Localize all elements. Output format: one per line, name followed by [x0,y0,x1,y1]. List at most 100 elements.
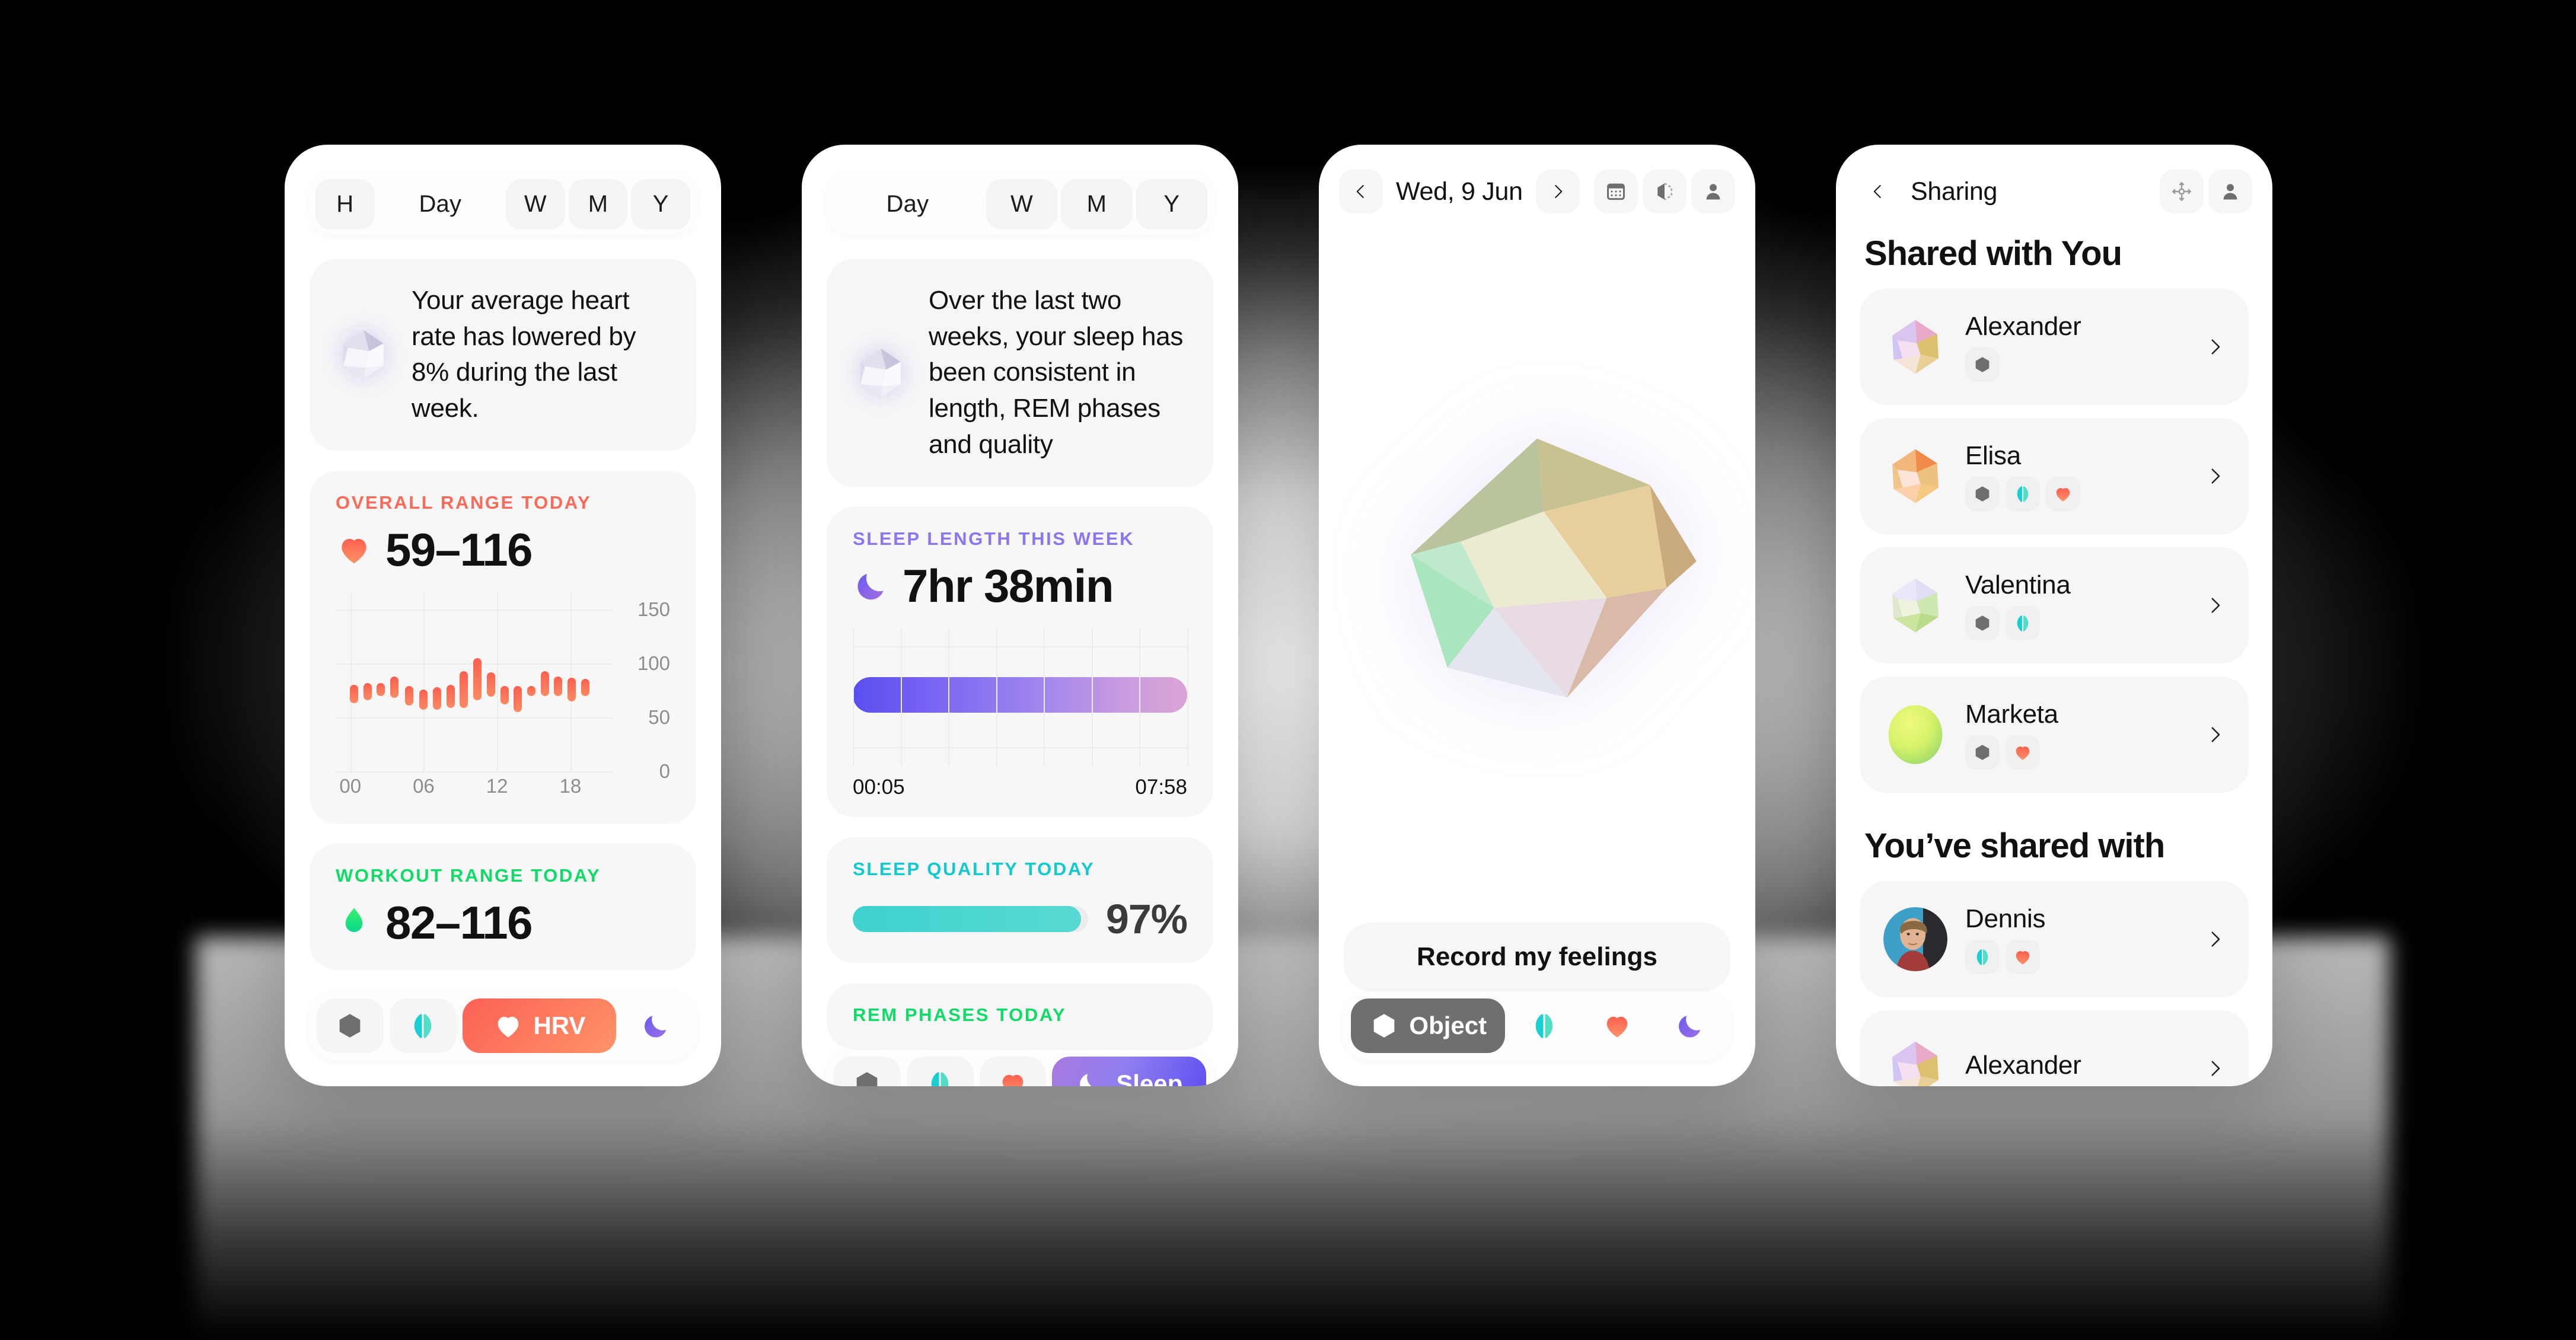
tab-bar-phone1[interactable]: HRV [310,991,696,1060]
heart-rate-range-bar [581,678,589,696]
heart-rate-range-bar [390,676,398,698]
tab-object[interactable] [834,1056,901,1086]
sharing-list-item[interactable]: Valentina [1860,547,2249,663]
chevron-right-icon [2211,931,2220,947]
calendar-button[interactable] [1594,170,1638,213]
section-heading-you-shared-with: You’ve shared with [1864,827,2165,865]
x-axis-tick: 12 [486,774,508,797]
metric-chip[interactable] [1965,347,2000,382]
tab-hrv[interactable] [979,1056,1047,1086]
sleep-quality-value: 97% [1105,895,1188,942]
contact-name: Alexander [1965,1051,2081,1080]
object-scan-button[interactable] [1643,170,1686,213]
insight-card-heart-rate: Your average heart rate has lowered by 8… [310,259,696,451]
segment-y[interactable]: Y [631,179,690,229]
tab-sleep[interactable]: Sleep [1052,1056,1206,1086]
avatar [1883,703,1947,767]
metric-chip[interactable] [2006,940,2040,974]
metric-chip[interactable] [1965,477,2000,511]
segment-w[interactable]: W [986,179,1058,229]
heart-rate-range-bar [419,689,428,710]
person-icon [1706,184,1720,200]
page-title: Sharing [1911,177,1998,206]
contact-name: Alexander [1965,312,2081,341]
segment-m[interactable]: M [1061,179,1133,229]
segment-day[interactable]: Day [833,179,983,229]
tab-sleep[interactable] [622,998,689,1053]
tab-activity[interactable] [906,1056,974,1086]
tab-bar-phone3[interactable]: Object [1344,991,1730,1060]
mood-polyhedron-visual [1319,213,1755,923]
segment-w[interactable]: W [505,179,565,229]
sleep-length-plot-area [853,628,1188,766]
heart-rate-range-bar [567,677,576,701]
sleep-length-card: SLEEP LENGTH THIS WEEK 7hr 38min 00:05 0… [827,506,1213,817]
ar-place-button[interactable] [2160,170,2204,213]
metric-chip[interactable] [2006,735,2040,770]
metric-chip[interactable] [2046,477,2080,511]
heart-rate-range-bar [486,672,495,697]
metric-chip[interactable] [1965,735,2000,770]
sharing-list-item[interactable]: Dennis [1860,881,2249,997]
hexagon-icon [1975,486,1990,502]
gridline-vertical [1139,628,1141,766]
x-axis-tick: 06 [413,774,435,797]
tab-object[interactable] [317,998,384,1053]
person-icon [2223,184,2237,200]
metric-chip[interactable] [1965,606,2000,640]
sharing-list-item[interactable]: Elisa [1860,418,2249,534]
segment-h[interactable]: H [315,179,375,229]
tab-hrv[interactable]: HRV [462,998,617,1053]
tab-sleep[interactable] [1656,998,1723,1053]
date-navigation-header: Wed, 9 Jun [1339,170,1735,213]
tab-activity[interactable] [389,998,457,1053]
rem-phases-label: REM PHASES TODAY [853,1004,1067,1025]
heart-rate-range-bar [446,685,455,708]
y-axis-tick: 50 [648,706,670,728]
heart-rate-range-bar [514,686,522,712]
sleep-end-time: 07:58 [1135,775,1187,799]
sleep-quality-card: SLEEP QUALITY TODAY 97% [827,837,1213,963]
metric-chip[interactable] [2006,606,2040,640]
heart-rate-x-axis: 00 06 12 18 [336,775,670,806]
segment-day[interactable]: Day [378,179,502,229]
profile-button[interactable] [1691,170,1735,213]
sharing-list-item[interactable]: Alexander [1860,289,2249,405]
heart-icon [498,1016,519,1038]
profile-button[interactable] [2208,170,2252,213]
back-button[interactable] [1856,170,1900,213]
overall-range-label: OVERALL RANGE TODAY [336,492,592,513]
previous-day-button[interactable] [1339,170,1383,213]
segment-m[interactable]: M [568,179,628,229]
sleep-quality-progress-fill [853,905,1081,932]
tab-bar-phone2[interactable]: Sleep [827,1049,1213,1086]
next-day-button[interactable] [1535,170,1580,213]
tab-activity[interactable] [1511,998,1578,1053]
sleep-quality-label: SLEEP QUALITY TODAY [853,858,1095,879]
screenshot-stage: H Day W M Y Your average heart rate has [0,0,2576,1340]
range-segmented-control-hr[interactable]: H Day W M Y [310,173,696,235]
heart-rate-plot-area [336,593,613,773]
sharing-list-item[interactable]: Marketa [1860,677,2249,793]
hexagon-icon [1374,1014,1395,1038]
heart-rate-range-bar [554,676,563,696]
heart-rate-range-bar [349,685,358,704]
butterfly-icon [1535,1014,1553,1038]
tab-hrv[interactable] [1583,998,1650,1053]
sleep-quality-progress [853,905,1088,932]
sharing-list[interactable]: Shared with You Alexander Elisa Valentina M… [1836,213,2272,1086]
metric-chip[interactable] [2006,477,2040,511]
tab-object[interactable]: Object [1351,998,1505,1053]
sharing-list-item[interactable]: Alexander [1860,1010,2249,1086]
gridline-vertical [900,628,902,766]
segment-y[interactable]: Y [1136,179,1207,229]
overall-range-value: 59–116 [385,523,533,576]
range-segmented-control-sleep[interactable]: Day W M Y [827,173,1213,235]
heart-icon [1606,1016,1628,1038]
metric-chip[interactable] [1965,940,2000,974]
moon-icon [857,573,884,600]
moon-icon [644,1016,666,1038]
record-feelings-button[interactable]: Record my feelings [1344,923,1730,991]
rem-phases-card: REM PHASES TODAY [827,982,1213,1049]
avatar [1883,1036,1947,1086]
